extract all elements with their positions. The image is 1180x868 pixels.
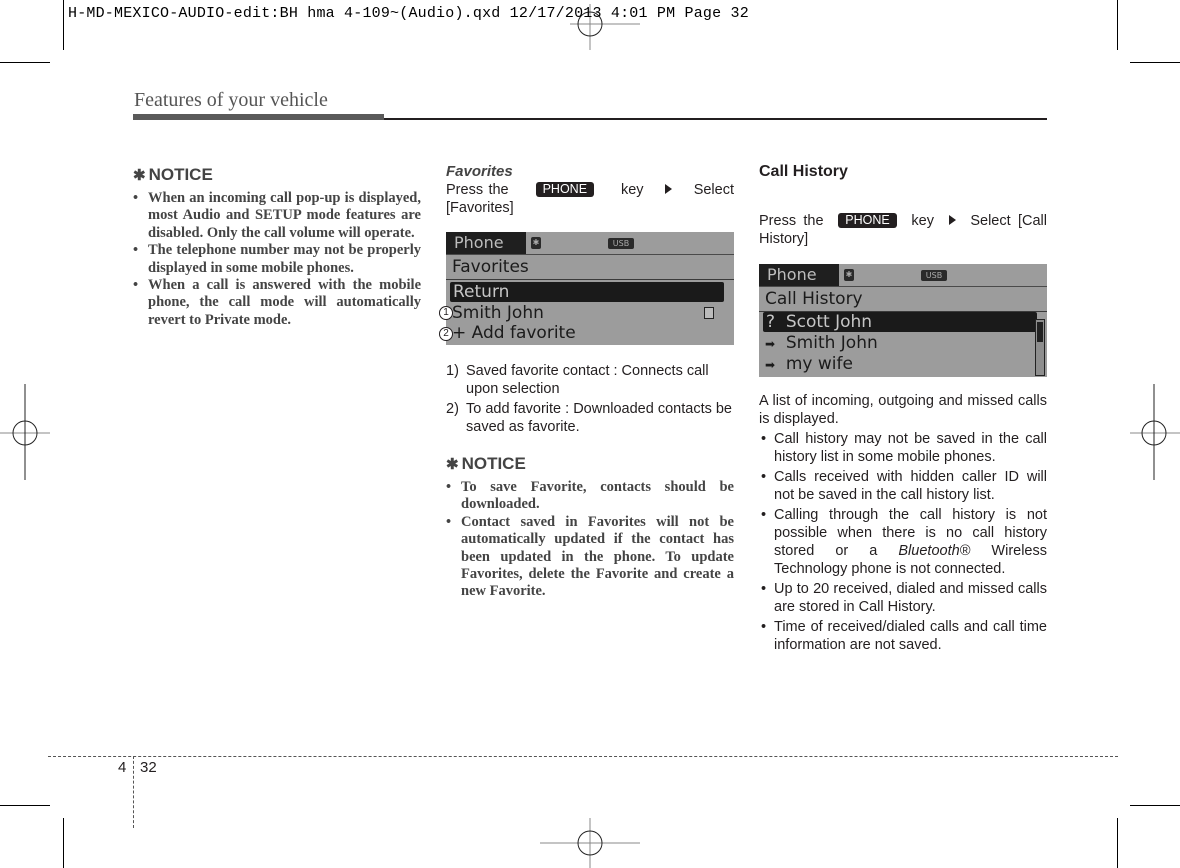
- call-history-row[interactable]: ? Scott John: [763, 312, 1037, 332]
- call-history-section: Call History Press the PHONE key Select …: [759, 163, 1047, 248]
- registration-mark-icon: [540, 818, 640, 868]
- bullet-item: Time of received/dialed calls and call t…: [759, 618, 1047, 654]
- arrow-right-icon: [665, 184, 673, 194]
- call-history-row[interactable]: ➡ Smith John: [765, 333, 878, 353]
- call-history-instruction: Press the PHONE key Select [Call History…: [759, 213, 1047, 247]
- outgoing-call-icon: ➡: [765, 358, 776, 372]
- notice-list: To save Favorite, contacts should be dow…: [446, 479, 734, 601]
- footer-rule: [48, 756, 1118, 757]
- call-history-heading: Call History: [759, 163, 848, 180]
- phone-key-label: PHONE: [838, 213, 897, 228]
- notice-column: ✱NOTICE When an incoming call pop-up is …: [133, 165, 421, 329]
- header-bar: [133, 114, 384, 120]
- registration-mark-icon: [1130, 384, 1180, 480]
- notice-item: The telephone number may not be properly…: [133, 242, 421, 277]
- call-history-screen: Phone ✱ USB Call History ? Scott John ➡ …: [759, 264, 1047, 377]
- screen-row-add-favorite[interactable]: + Add favorite: [452, 323, 576, 343]
- bullet-item: Call history may not be saved in the cal…: [759, 430, 1047, 466]
- screen-row-return[interactable]: Return: [450, 282, 724, 302]
- screen-title: Favorites: [452, 257, 529, 277]
- notice-item: Contact saved in Favorites will not be a…: [446, 514, 734, 601]
- callout-2: 2: [439, 327, 453, 341]
- favorites-notes: 1) Saved favorite contact : Connects call…: [446, 362, 734, 601]
- screen-title: Call History: [765, 289, 863, 309]
- phone-book-icon: [704, 307, 714, 319]
- crop-mark: [1117, 0, 1118, 50]
- favorites-section: Favorites Press the PHONE key Select [Fa…: [446, 163, 734, 217]
- callout-1: 1: [439, 306, 453, 320]
- asterisk-icon: ✱: [133, 167, 146, 184]
- outgoing-call-icon: ➡: [765, 337, 776, 351]
- screen-mode-label: Phone: [446, 232, 526, 254]
- footer-divider: [133, 756, 134, 828]
- print-slug: H-MD-MEXICO-AUDIO-edit:BH hma 4-109~(Aud…: [68, 5, 749, 22]
- page-header-title: Features of your vehicle: [134, 89, 328, 111]
- favorites-heading: Favorites: [446, 163, 513, 180]
- notice-heading: ✱ NOTICE: [133, 165, 213, 184]
- arrow-right-icon: [948, 215, 956, 225]
- crop-mark: [1130, 805, 1180, 806]
- notice-item: When a call is answered with the mobile …: [133, 277, 421, 329]
- note-item: 1) Saved favorite contact : Connects call…: [446, 363, 709, 397]
- bullet-item: Calling through the call history is not …: [759, 506, 1047, 578]
- usb-icon: USB: [608, 238, 634, 249]
- screen-row-contact[interactable]: Smith John: [452, 303, 544, 323]
- notice-item: When an incoming call pop-up is displaye…: [133, 190, 421, 242]
- call-history-row[interactable]: ➡ my wife: [765, 354, 853, 374]
- call-history-intro: A list of incoming, outgoing and missed …: [759, 393, 1047, 427]
- page-number: 32: [140, 759, 157, 776]
- bluetooth-icon: ✱: [531, 237, 541, 249]
- notice-list: When an incoming call pop-up is displaye…: [133, 190, 421, 329]
- missed-call-icon: ?: [766, 312, 776, 332]
- bullet-item: Up to 20 received, dialed and missed cal…: [759, 580, 1047, 616]
- crop-mark: [0, 805, 50, 806]
- header-rule: [384, 118, 1047, 120]
- bluetooth-icon: ✱: [844, 269, 854, 281]
- bluetooth-brand: Bluetooth®: [898, 543, 971, 559]
- scrollbar[interactable]: [1035, 319, 1045, 376]
- registration-mark-icon: [0, 384, 50, 480]
- favorites-screen: Phone ✱ USB Favorites Return Smith John …: [446, 232, 734, 345]
- crop-mark: [1117, 818, 1118, 868]
- call-history-body: A list of incoming, outgoing and missed …: [759, 393, 1047, 656]
- favorites-instruction: Press the PHONE key Select [Favorites]: [446, 182, 734, 216]
- crop-mark: [0, 62, 50, 63]
- phone-key-label: PHONE: [535, 182, 595, 197]
- screen-mode-label: Phone: [759, 264, 839, 286]
- scrollbar-thumb[interactable]: [1037, 322, 1043, 342]
- crop-mark: [63, 0, 64, 50]
- usb-icon: USB: [921, 270, 947, 281]
- notice-heading: ✱ NOTICE: [446, 454, 526, 473]
- section-number: 4: [118, 759, 127, 776]
- crop-mark: [1130, 62, 1180, 63]
- crop-mark: [63, 818, 64, 868]
- note-item: 2) To add favorite : Downloaded contacts …: [446, 401, 732, 435]
- notice-item: To save Favorite, contacts should be dow…: [446, 479, 734, 514]
- asterisk-icon: ✱: [446, 456, 459, 473]
- bullet-item: Calls received with hidden caller ID wil…: [759, 468, 1047, 504]
